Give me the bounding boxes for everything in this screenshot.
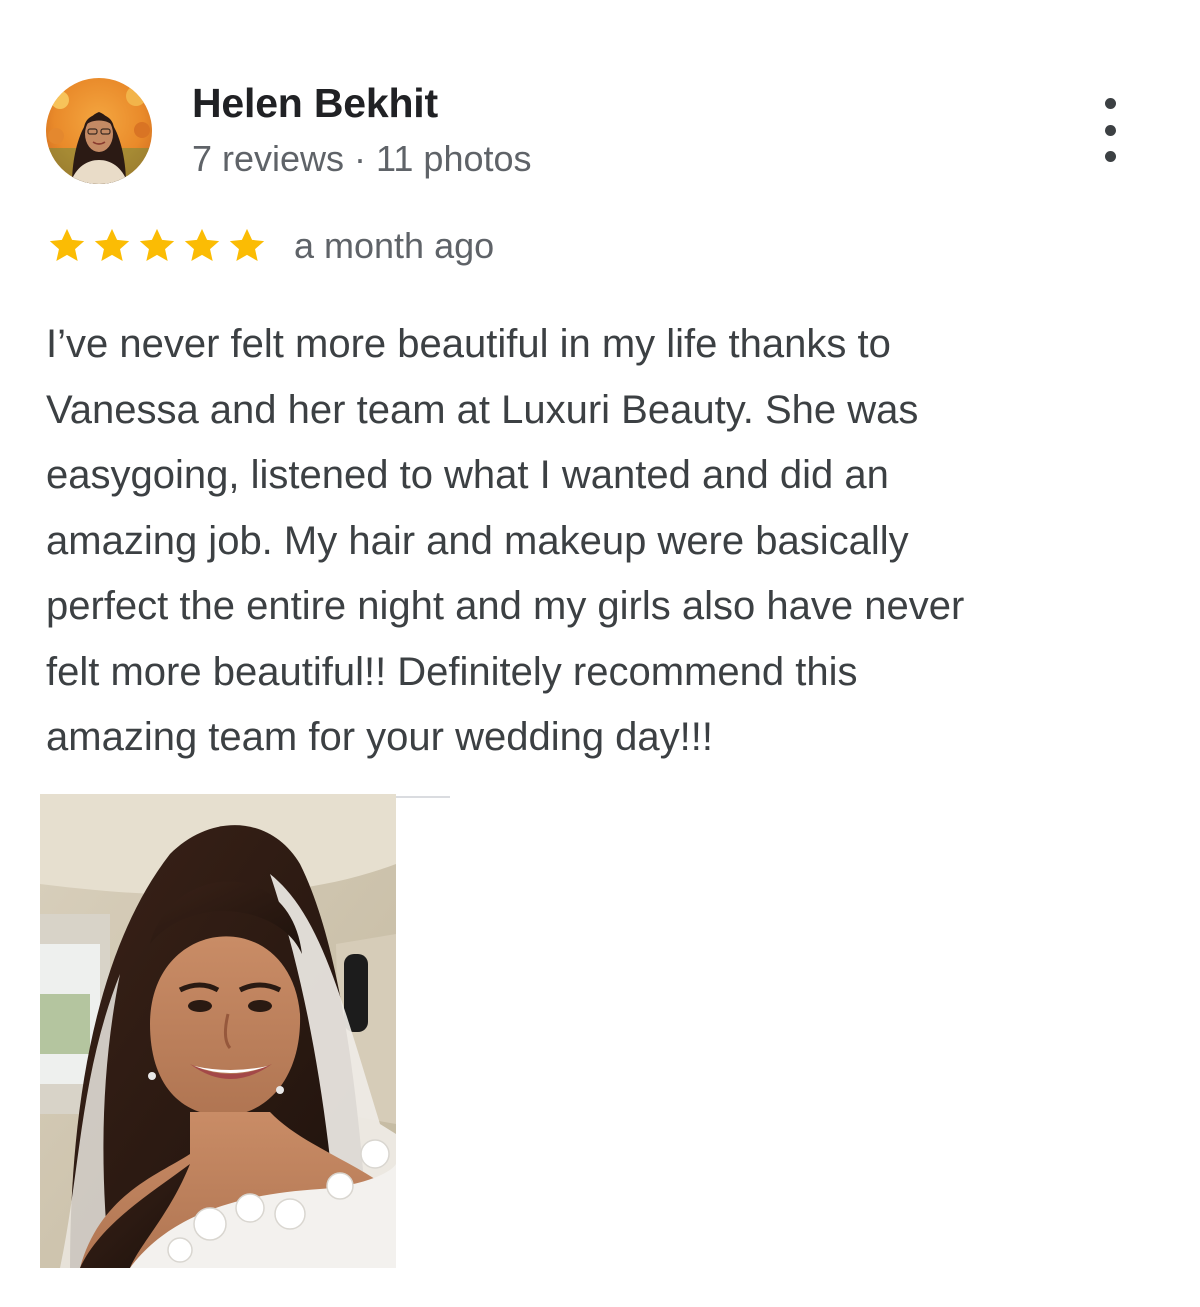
star-icon [91, 225, 133, 267]
review-text-line: amazing team for your wedding day!!! [46, 715, 714, 759]
review-text-line: Vanessa and her team at Luxuri Beauty. S… [46, 387, 919, 432]
more-vert-icon [1104, 98, 1116, 109]
more-vert-icon-dot [1104, 124, 1116, 136]
review-text-line: amazing job. My hair and makeup were bas… [46, 518, 909, 563]
star-rating [46, 225, 268, 267]
star-icon [46, 225, 88, 267]
review-text-line: I’ve never felt more beautiful in my lif… [46, 322, 891, 366]
more-vert-icon-dot [1104, 151, 1116, 162]
avatar-photo-icon [46, 78, 152, 184]
star-icon [181, 225, 223, 267]
next-photo-edge [396, 796, 450, 798]
reviewer-name[interactable]: Helen Bekhit [192, 80, 438, 127]
reviewer-stats: 7 reviews · 11 photos [192, 138, 532, 179]
star-icon [136, 225, 178, 267]
review-text-line: perfect the entire night and my girls al… [46, 584, 965, 628]
more-options-button[interactable] [1090, 98, 1130, 162]
rating-row: a month ago [46, 222, 494, 270]
star-icon [226, 225, 268, 267]
review-card: Helen Bekhit 7 reviews · 11 photos a mon… [0, 0, 1200, 1307]
review-text-line: felt more beautiful!! Definitely recomme… [46, 649, 858, 694]
review-text: I’ve never felt more beautiful in my lif… [46, 312, 1136, 771]
review-text-line: easygoing, listened to what I wanted and… [46, 453, 889, 497]
review-photo[interactable] [40, 794, 396, 1268]
bride-selfie-photo-icon [40, 794, 396, 1268]
review-date: a month ago [294, 225, 495, 266]
reviewer-avatar[interactable] [46, 78, 152, 184]
